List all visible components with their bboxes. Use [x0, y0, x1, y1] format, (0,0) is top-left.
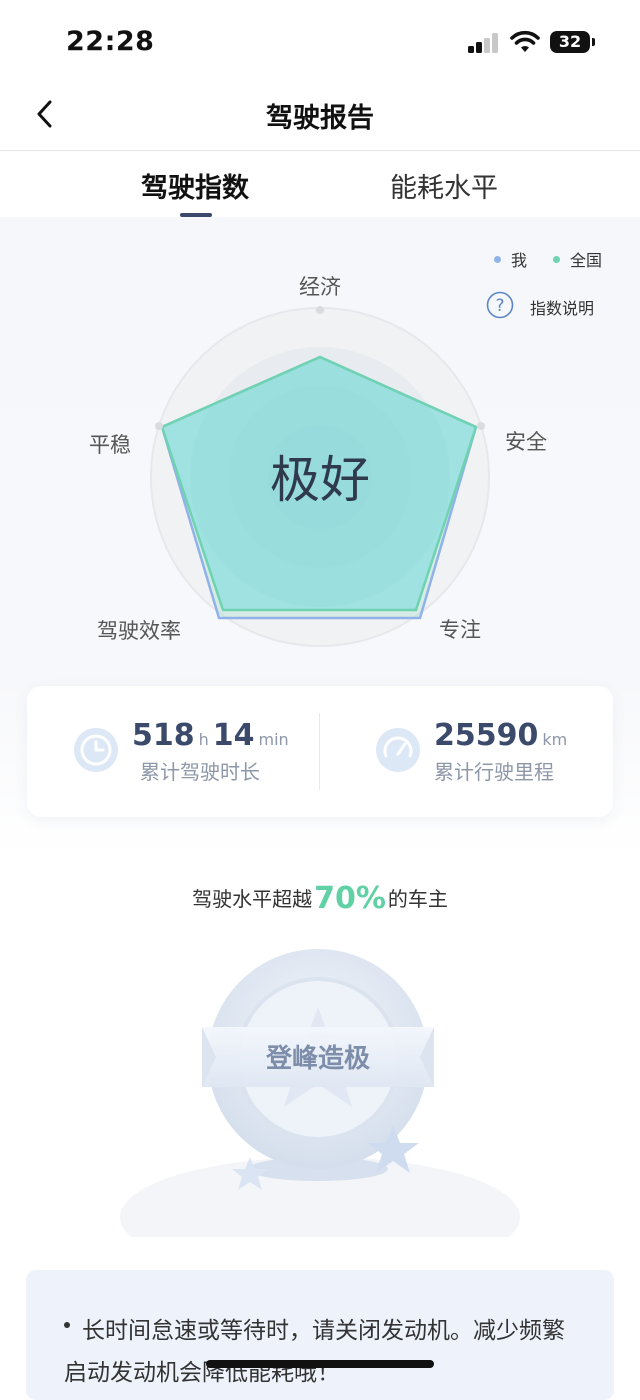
page-title: 驾驶报告 [266, 103, 374, 134]
exceed-prefix: 驾驶水平超越 [192, 887, 313, 911]
report-content: 我 全国 ? 指数说明 经济 安全 专注 驾驶效率 平稳 极好 518 h 14… [0, 217, 640, 1400]
radar-axis-label-efficiency: 驾驶效率 [97, 619, 181, 643]
badge-title: 登峰造极 [265, 1043, 371, 1074]
radar-vertex-smooth [155, 422, 163, 430]
clock-icon [74, 728, 118, 772]
radar-axis-label-economy: 经济 [299, 275, 341, 299]
tips-card: 长时间怠速或等待时，请关闭发动机。减少频繁启动发动机会降低能耗哦！ [26, 1270, 614, 1400]
radar-vertex-economy [316, 306, 324, 314]
radar-vertex-safety [477, 422, 485, 430]
battery-tip [592, 38, 595, 46]
duration-minutes: 14 [212, 718, 255, 753]
home-indicator[interactable] [206, 1360, 434, 1368]
nav-bar: 驾驶报告 [0, 80, 640, 151]
duration-minutes-unit: min [258, 730, 289, 749]
radar-axis-label-smooth: 平稳 [89, 433, 131, 457]
mileage-value: 25590 km [434, 718, 571, 753]
radar-axis-label-focus: 专注 [439, 618, 481, 642]
duration-label: 累计驾驶时长 [140, 760, 260, 784]
exceed-summary: 驾驶水平超越70% 的车主 [0, 879, 640, 916]
tab-driving-index[interactable]: 驾驶指数 [141, 166, 249, 205]
tab-energy-level[interactable]: 能耗水平 [390, 166, 498, 205]
radar-axis-label-safety: 安全 [505, 430, 547, 454]
battery-indicator: 32 [550, 31, 590, 53]
duration-hours: 518 [132, 718, 195, 753]
speedometer-icon [376, 728, 420, 772]
radar-center-rating: 极好 [270, 451, 370, 509]
achievement-badge: 登峰造极 [120, 949, 520, 1237]
stats-divider [319, 713, 320, 790]
status-bar: 22:28 32 [0, 0, 640, 80]
tab-bar: 驾驶指数 能耗水平 [0, 151, 640, 217]
wifi-icon [510, 30, 540, 52]
exceed-suffix: 的车主 [387, 887, 448, 911]
duration-hours-unit: h [198, 730, 209, 749]
stats-card: 518 h 14 min 累计驾驶时长 25590 km 累计行驶里程 [27, 686, 613, 817]
mileage-label: 累计行驶里程 [434, 760, 554, 784]
radar-chart: 经济 安全 专注 驾驶效率 平稳 极好 [89, 275, 547, 647]
mileage-unit: km [542, 730, 568, 749]
tip-text: 长时间怠速或等待时，请关闭发动机。减少频繁启动发动机会降低能耗哦！ [64, 1318, 565, 1386]
cellular-signal-icon [468, 33, 500, 53]
duration-value: 518 h 14 min [132, 718, 293, 753]
mileage-number: 25590 [434, 718, 539, 753]
status-time: 22:28 [66, 26, 155, 57]
exceed-percent: 70% [314, 881, 386, 916]
